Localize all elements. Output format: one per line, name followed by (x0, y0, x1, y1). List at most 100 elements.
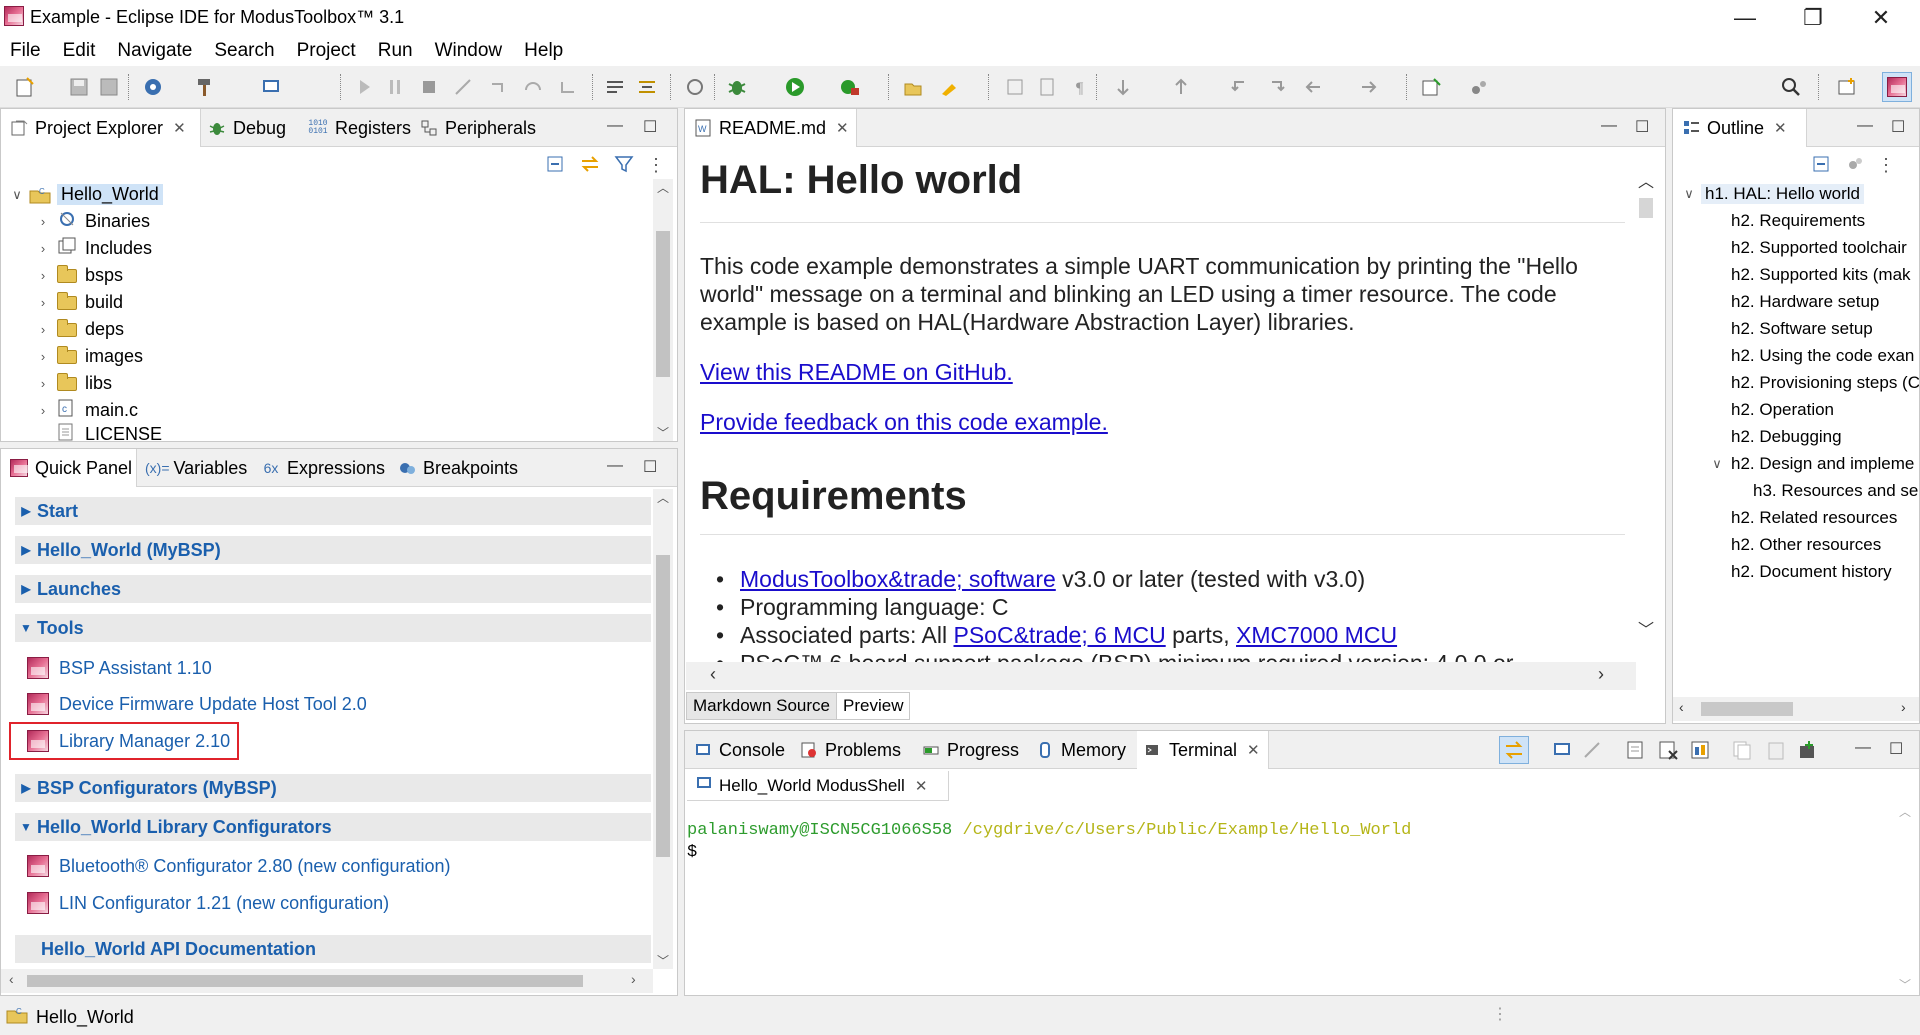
scroll-left-icon[interactable]: ‹ (9, 971, 14, 987)
minimize-view-button[interactable]: — (1855, 739, 1871, 757)
tab-expressions[interactable]: 6x Expressions (261, 449, 385, 487)
tab-debug[interactable]: Debug (207, 109, 286, 147)
outline-item[interactable]: ∨ h2. Design and impleme (1709, 451, 1914, 477)
pin-editor-icon[interactable] (1418, 74, 1444, 100)
scroll-lock-icon[interactable] (1499, 736, 1529, 764)
previous-annotation-icon[interactable] (1168, 74, 1194, 100)
chevron-down-icon[interactable]: ∨ (1709, 456, 1725, 472)
save-all-icon[interactable] (96, 74, 122, 100)
scroll-up-icon[interactable]: ︿ (657, 179, 669, 196)
tab-registers[interactable]: 1010 0101 Registers (307, 109, 411, 147)
qp-section-tools[interactable]: ▼ Tools (15, 614, 651, 642)
scroll-up-icon[interactable]: ︿ (1899, 803, 1911, 820)
scroll-down-icon[interactable]: ﹀ (1899, 976, 1911, 993)
tab-project-explorer[interactable]: Project Explorer ✕ (1, 109, 201, 147)
menu-file[interactable]: File (10, 40, 41, 62)
maximize-view-button[interactable]: ☐ (1635, 117, 1649, 137)
outline-item[interactable]: h2. Supported kits (mak (1731, 262, 1911, 288)
tree-item-main-c[interactable]: › c main.c (35, 397, 138, 424)
toggle-mark-icon[interactable] (634, 74, 660, 100)
collapse-all-icon[interactable] (545, 153, 569, 177)
step-over-icon[interactable] (520, 74, 546, 100)
close-icon[interactable]: ✕ (1774, 119, 1787, 137)
tab-modusshell-session[interactable]: Hello_World ModusShell ✕ (687, 771, 949, 801)
build-hammer-icon[interactable] (192, 74, 218, 100)
terminal-scrollbar[interactable]: ︿ ﹀ (1895, 803, 1915, 993)
quick-panel-hscrollbar[interactable]: ‹ › (1, 969, 653, 993)
outline-item[interactable]: h2. Requirements (1731, 208, 1865, 234)
save-icon[interactable] (66, 74, 92, 100)
minimize-view-button[interactable]: — (1601, 117, 1617, 135)
maximize-view-button[interactable]: ☐ (643, 457, 657, 477)
qp-item-bluetooth-configurator[interactable]: Bluetooth® Configurator 2.80 (new config… (27, 852, 451, 880)
tab-markdown-source[interactable]: Markdown Source (686, 692, 838, 720)
clear-console-icon[interactable] (1625, 739, 1647, 766)
filter-icon[interactable] (613, 153, 637, 177)
outline-item[interactable]: h3. Resources and se (1753, 478, 1918, 504)
chevron-right-icon[interactable]: › (35, 376, 51, 391)
maximize-view-button[interactable]: ☐ (643, 117, 657, 137)
outline-item[interactable]: h2. Document history (1731, 559, 1892, 585)
close-icon[interactable]: ✕ (173, 119, 186, 137)
qp-section-bsp-configurators[interactable]: ▶ BSP Configurators (MyBSP) (15, 774, 651, 802)
close-icon[interactable]: ✕ (915, 777, 928, 795)
tip-of-day-icon[interactable] (1466, 74, 1492, 100)
outline-item[interactable]: h2. Provisioning steps (C (1731, 370, 1919, 396)
block-selection-icon[interactable] (1034, 74, 1060, 100)
tree-item-build[interactable]: › build (35, 289, 123, 316)
menu-search[interactable]: Search (214, 40, 274, 62)
close-icon[interactable]: ✕ (1247, 741, 1260, 759)
project-explorer-scrollbar[interactable]: ︿ ﹀ (653, 179, 673, 441)
build-config-icon[interactable] (140, 74, 166, 100)
tree-item-license[interactable]: LICENSE (51, 421, 162, 441)
restore-button[interactable]: ❐ (1784, 0, 1842, 36)
tree-item-project[interactable]: ∨ C Hello_World (9, 181, 163, 208)
tree-item-libs[interactable]: › libs (35, 370, 112, 397)
tab-breakpoints[interactable]: Breakpoints (397, 449, 518, 487)
chevron-right-icon[interactable]: › (35, 295, 51, 310)
tab-quick-panel[interactable]: Quick Panel (1, 449, 137, 487)
outline-item-h1[interactable]: ∨ h1. HAL: Hello world (1681, 181, 1864, 207)
resume-icon[interactable] (352, 74, 378, 100)
maximize-view-button[interactable]: ☐ (1889, 739, 1903, 759)
scroll-thumb[interactable] (656, 555, 670, 857)
console-toolbar-icon[interactable] (258, 74, 284, 100)
next-annotation-icon[interactable] (1110, 74, 1136, 100)
tab-readme[interactable]: W README.md ✕ (685, 109, 857, 147)
chevron-right-icon[interactable]: › (35, 268, 51, 283)
tab-terminal[interactable]: Terminal ✕ (1137, 731, 1269, 769)
debug-icon[interactable] (724, 74, 750, 100)
tree-item-binaries[interactable]: › Binaries (35, 208, 150, 235)
outline-item[interactable]: h2. Using the code exan (1731, 343, 1914, 369)
tab-variables[interactable]: (x)= Variables (145, 449, 247, 487)
scroll-down-icon[interactable]: ﹀ (657, 424, 669, 441)
menu-help[interactable]: Help (524, 40, 563, 62)
menu-edit[interactable]: Edit (63, 40, 96, 62)
view-menu-icon[interactable]: ⋮ (647, 153, 665, 177)
chevron-right-icon[interactable]: › (35, 322, 51, 337)
feedback-link[interactable]: Provide feedback on this code example. (700, 408, 1108, 436)
link-with-editor-icon[interactable] (579, 153, 603, 177)
terminate-icon[interactable] (416, 74, 442, 100)
pin-console-icon[interactable] (1689, 739, 1711, 766)
qp-section-launches[interactable]: ▶ Launches (15, 575, 651, 603)
outline-item[interactable]: h2. Hardware setup (1731, 289, 1879, 315)
toggle-breadcrumb-icon[interactable] (1002, 74, 1028, 100)
scroll-left-icon[interactable]: ‹ (1679, 699, 1684, 715)
collapse-all-icon[interactable] (1811, 153, 1835, 177)
chevron-right-icon[interactable]: › (35, 214, 51, 229)
minimize-view-button[interactable]: — (1857, 117, 1873, 135)
sort-icon[interactable] (1845, 153, 1869, 177)
copy-icon[interactable] (1731, 739, 1753, 766)
scroll-left-icon[interactable]: ‹ (710, 664, 716, 685)
scroll-thumb[interactable] (1639, 198, 1653, 218)
readme-hscrollbar[interactable]: ‹ › (686, 662, 1636, 690)
minimize-view-button[interactable]: — (607, 457, 623, 475)
menu-project[interactable]: Project (297, 40, 356, 62)
maximize-view-button[interactable]: ☐ (1891, 117, 1905, 137)
open-task-icon[interactable] (936, 74, 962, 100)
qp-section-api-docs[interactable]: Hello_World API Documentation (15, 935, 651, 963)
scroll-thumb[interactable] (27, 975, 583, 987)
step-return-icon[interactable] (554, 74, 580, 100)
qp-section-hello-world-bsp[interactable]: ▶ Hello_World (MyBSP) (15, 536, 651, 564)
